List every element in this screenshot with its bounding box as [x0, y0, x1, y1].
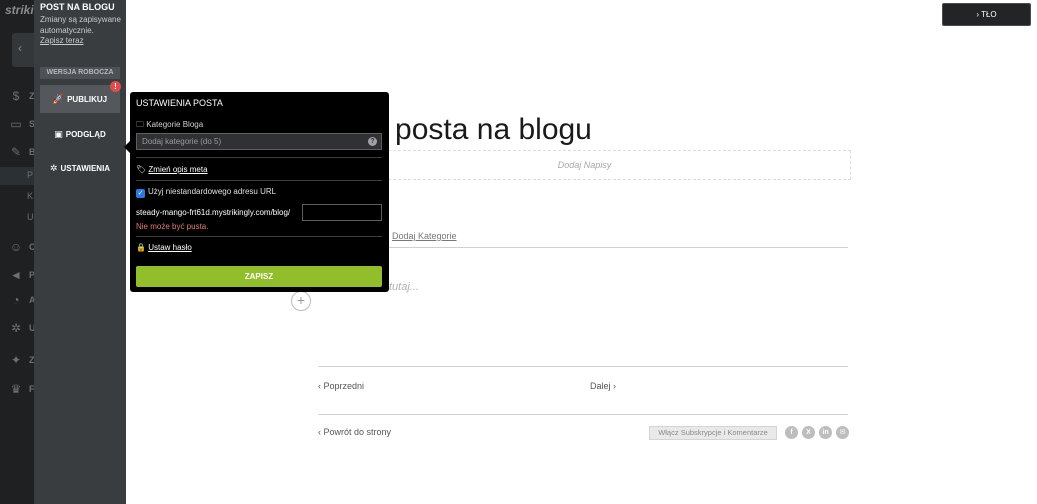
url-error-message: Nie może być pusta. [136, 222, 209, 231]
draft-badge: WERSJA ROBOCZA [40, 67, 120, 79]
save-button[interactable]: ZAPISZ [136, 266, 382, 287]
back-label: Powrót do strony [323, 427, 392, 437]
users-icon[interactable]: ☺ [9, 240, 23, 254]
popover-title: USTAWIENIA POSTA [136, 98, 223, 108]
folder-icon: 🗀 [136, 120, 147, 129]
subtitle-field[interactable]: Dodaj Napisy [318, 150, 851, 180]
autosave-text: Zmiany są zapisywane automatycznie. [40, 15, 121, 35]
back-to-site-link[interactable]: ‹ Powrót do strony [318, 427, 391, 437]
background-label: TŁO [981, 10, 997, 19]
custom-url-checkbox[interactable]: ✓ [136, 189, 145, 198]
store-icon[interactable]: ▭ [9, 117, 23, 131]
help-icon[interactable]: ? [368, 137, 377, 146]
url-prefix: steady-mango-frt61d.mystrikingly.com/blo… [136, 208, 291, 217]
custom-url-label: Użyj niestandardowego adresu URL [148, 187, 277, 196]
rocket-icon: 🚀 [52, 94, 65, 104]
strikingly-logo: strikingly [5, 3, 34, 17]
category-input[interactable]: Dodaj kategorie (do 5) ? [136, 133, 382, 150]
settings-button[interactable]: ✲ USTAWIENIA [40, 154, 120, 182]
divider [318, 414, 848, 415]
megaphone-icon[interactable]: ◄ [9, 268, 23, 282]
preview-button[interactable]: ▣ PODGLĄD [40, 120, 120, 148]
custom-url-option[interactable]: ✓ Użyj niestandardowego adresu URL [136, 187, 276, 198]
popover-arrow [124, 141, 130, 153]
blog-post-panel: POST NA BLOGU Zmiany są zapisywane autom… [34, 0, 126, 504]
divider [136, 157, 382, 158]
lock-icon: 🔒 [136, 243, 149, 252]
post-settings-popover: USTAWIENIA POSTA 🗀 Kategorie Bloga Dodaj… [124, 92, 389, 292]
dollar-icon[interactable]: $ [9, 89, 23, 103]
sidebar-subitem[interactable]: U [0, 209, 34, 227]
blog-edit-icon[interactable]: ✎ [9, 145, 23, 159]
add-block-button[interactable]: + [291, 291, 311, 311]
divider [136, 236, 382, 237]
preview-icon: ▣ [54, 129, 63, 139]
subscriptions-comments-button[interactable]: Włącz Subskrypcje i Komentarze [649, 426, 777, 440]
next-post-link[interactable]: Dalej › [590, 381, 616, 391]
divider [136, 180, 382, 181]
gear-icon[interactable]: ✲ [9, 321, 23, 335]
panel-title: POST NA BLOGU [40, 2, 115, 12]
chevron-right-icon: › [610, 381, 617, 391]
divider [318, 247, 848, 248]
previous-label: Poprzedni [323, 381, 365, 391]
gear-icon: ✲ [49, 163, 58, 173]
set-password-link[interactable]: 🔒 Ustaw hasło [136, 243, 192, 252]
save-now-link[interactable]: Zapisz teraz [40, 36, 124, 47]
background-button[interactable]: › TŁO [942, 3, 1031, 26]
meta-link-text: Zmień opis meta [148, 165, 208, 174]
url-slug-input[interactable] [302, 204, 382, 221]
password-link-text: Ustaw hasło [148, 243, 192, 252]
previous-post-link[interactable]: ‹ Poprzedni [318, 381, 364, 391]
category-label-text: Kategorie Bloga [146, 120, 204, 129]
autosave-note: Zmiany są zapisywane automatycznie. Zapi… [40, 15, 124, 47]
sidebar-subitem-label: P [27, 170, 34, 180]
facebook-icon[interactable]: f [785, 426, 798, 439]
trophy-icon[interactable]: ♛ [9, 382, 23, 396]
sparkle-icon[interactable]: ✦ [9, 353, 23, 367]
sidebar-subitem-label: U [27, 212, 34, 222]
sidebar-subitem[interactable]: P [0, 167, 34, 185]
next-label: Dalej [590, 381, 611, 391]
category-label: 🗀 Kategorie Bloga [136, 119, 203, 133]
meta-description-link[interactable]: 🏷 Zmień opis meta [136, 165, 208, 174]
sidebar-subitem-label: K [27, 191, 34, 201]
sidebar-subitem[interactable]: K [0, 188, 34, 206]
alert-badge: ! [110, 81, 121, 92]
linkedin-icon[interactable]: in [819, 426, 832, 439]
app-sidebar: strikingly ‹ $Z▭S✎B☺C◄P◔A✲U✦Z♛FPKU [0, 0, 34, 504]
divider [318, 366, 848, 367]
settings-label: USTAWIENIA [60, 164, 111, 173]
chevron-left-icon: ‹ [18, 41, 22, 55]
email-icon[interactable]: ✉ [836, 426, 849, 439]
analytics-icon[interactable]: ◔ [9, 293, 23, 307]
add-category-link[interactable]: Dodaj Kategorie [392, 231, 457, 241]
category-placeholder: Dodaj kategorie (do 5) [142, 137, 222, 146]
tag-icon: 🏷 [136, 165, 149, 174]
publish-button[interactable]: 🚀 PUBLIKUJ ! [40, 81, 121, 113]
back-button[interactable]: ‹ [12, 33, 34, 67]
body-placeholder[interactable]: tutaj... [389, 281, 419, 293]
preview-label: PODGLĄD [65, 130, 106, 139]
publish-label: PUBLIKUJ [67, 95, 108, 104]
x-twitter-icon[interactable]: X [802, 426, 815, 439]
